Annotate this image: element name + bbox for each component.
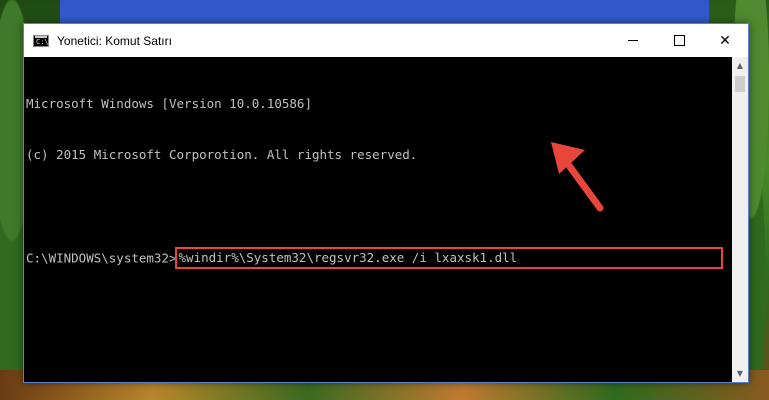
window-controls: ✕ [610, 24, 748, 57]
version-line: Microsoft Windows [Version 10.0.10586] [26, 96, 312, 111]
highlighted-command[interactable]: %windir%\System32\regsvr32.exe /i lxaxsk… [174, 247, 723, 269]
vertical-scrollbar[interactable]: ▲ ▼ [732, 57, 748, 382]
minimize-icon [628, 40, 638, 41]
console-output[interactable]: Microsoft Windows [Version 10.0.10586] (… [24, 57, 733, 382]
console-icon: C:\ [33, 34, 49, 47]
close-icon: ✕ [719, 32, 731, 49]
window-title: Yonetici: Komut Satırı [57, 33, 172, 48]
scroll-up-icon[interactable]: ▲ [732, 57, 748, 74]
prompt-path: C:\WINDOWS\system32> [26, 250, 177, 266]
close-button[interactable]: ✕ [702, 24, 748, 57]
scroll-down-icon[interactable]: ▼ [732, 365, 748, 382]
maximize-icon [673, 35, 685, 46]
scroll-thumb[interactable] [735, 76, 745, 92]
red-arrow-icon [551, 142, 604, 212]
copyright-line: (c) 2015 Microsoft Corporotion. All righ… [26, 147, 418, 162]
command-line[interactable]: C:\WINDOWS\system32> %windir%\System32\re… [26, 247, 733, 269]
command-prompt-window[interactable]: C:\ Yonetici: Komut Satırı ✕ Microsoft W… [23, 23, 749, 383]
title-bar[interactable]: C:\ Yonetici: Komut Satırı ✕ [24, 24, 748, 57]
maximize-button[interactable] [656, 24, 702, 57]
minimize-button[interactable] [610, 24, 656, 57]
